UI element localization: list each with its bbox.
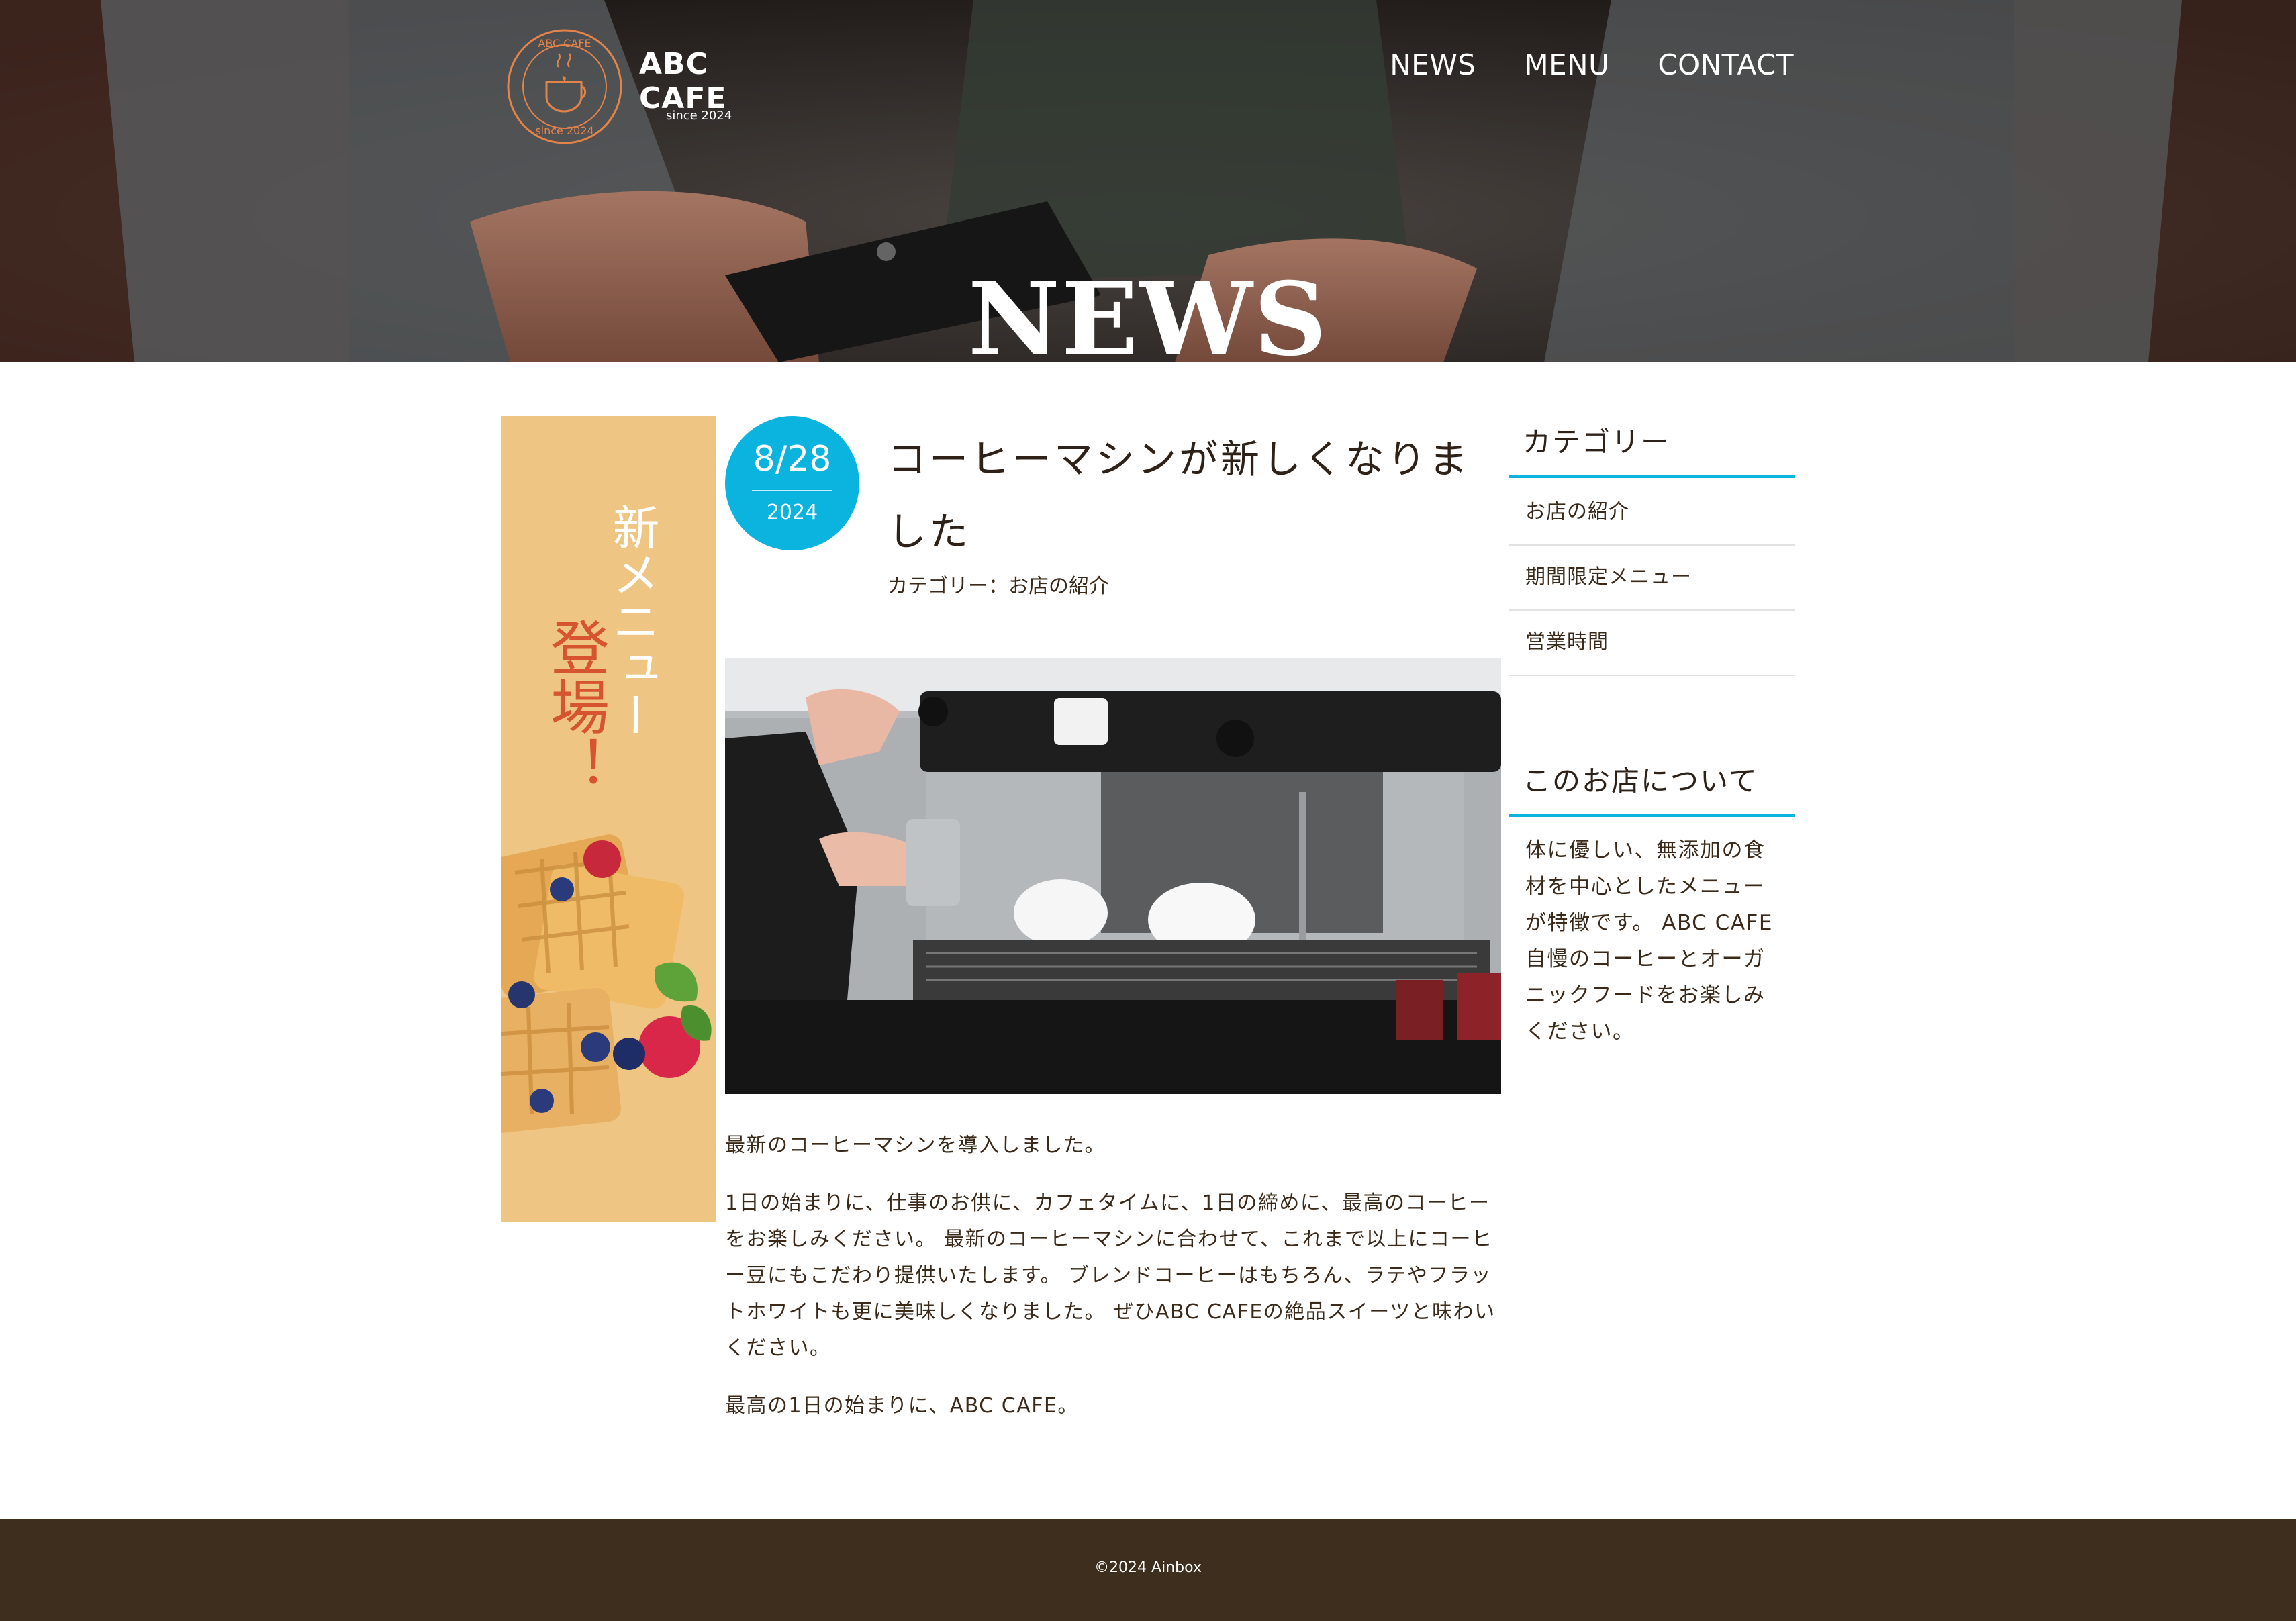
brand-tagline: since 2024: [666, 109, 732, 123]
category-item-business-hours[interactable]: 営業時間: [1509, 611, 1795, 676]
site-footer: ©2024 Ainbox: [0, 1519, 2296, 1621]
logo-badge-top-text: ABC CAFE: [538, 37, 591, 50]
banner-line1: 新メニュー: [605, 503, 660, 738]
article-date-year: 2024: [766, 501, 818, 524]
article-paragraph: 最高の1日の始まりに、ABC CAFE。: [725, 1394, 1079, 1418]
nav-contact-link[interactable]: CONTACT: [1658, 48, 1794, 81]
banner-artwork: 新メニュー 登場！: [501, 503, 712, 1133]
coffee-machine-photo: [725, 658, 1501, 1094]
new-menu-banner[interactable]: 新メニュー 登場！: [501, 416, 716, 1222]
category-list: お店の紹介 期間限定メニュー 営業時間: [1509, 481, 1795, 676]
categories-heading-rule: [1509, 475, 1795, 478]
article-image-coffee-machine: [725, 658, 1501, 1094]
main-nav: NEWS MENU CONTACT: [1390, 48, 1794, 81]
sidebar-about-heading: このお店について: [1523, 765, 1758, 797]
article-category: カテゴリー：お店の紹介: [888, 575, 1109, 598]
site-logo[interactable]: ABC CAFE since 2024 ABC CAFE since 2024: [505, 27, 787, 148]
about-heading-rule: [1509, 814, 1795, 817]
page-title: NEWS: [967, 260, 1329, 363]
article-paragraph: 1日の始まりに、仕事のお供に、カフェタイムに、1日の締めに、最高のコーヒーをお楽…: [725, 1191, 1496, 1360]
nav-news-link[interactable]: NEWS: [1390, 48, 1476, 81]
sidebar-categories-heading: カテゴリー: [1523, 426, 1671, 458]
article-date-badge: 8/28 2024: [725, 416, 859, 550]
about-description: 体に優しい、無添加の食材を中心としたメニューが特徴です。 ABC CAFE自慢の…: [1525, 838, 1773, 1044]
cafe-cup-logo-icon: ABC CAFE since 2024: [507, 29, 622, 144]
nav-menu-link[interactable]: MENU: [1524, 48, 1609, 81]
logo-badge-bottom-text: since 2024: [535, 124, 593, 137]
article-body: 最新のコーヒーマシンを導入しました。 1日の始まりに、仕事のお供に、カフェタイム…: [725, 1128, 1501, 1446]
category-item-shop-intro[interactable]: お店の紹介: [1509, 481, 1795, 546]
category-item-limited-menu[interactable]: 期間限定メニュー: [1509, 546, 1795, 611]
article-date-month-day: 8/28: [753, 439, 832, 479]
footer-copyright: ©2024 Ainbox: [1094, 1559, 1202, 1576]
waffle-illustration-icon: [501, 834, 712, 1133]
brand-name: ABC CAFE: [639, 47, 727, 115]
article-title: コーヒーマシンが新しくなりました: [888, 436, 1471, 554]
hero-header: ABC CAFE since 2024 ABC CAFE since 2024 …: [0, 0, 2296, 362]
banner-line2: 登場！: [541, 618, 610, 795]
article-paragraph: 最新のコーヒーマシンを導入しました。: [725, 1134, 1106, 1157]
date-divider: [752, 490, 832, 491]
